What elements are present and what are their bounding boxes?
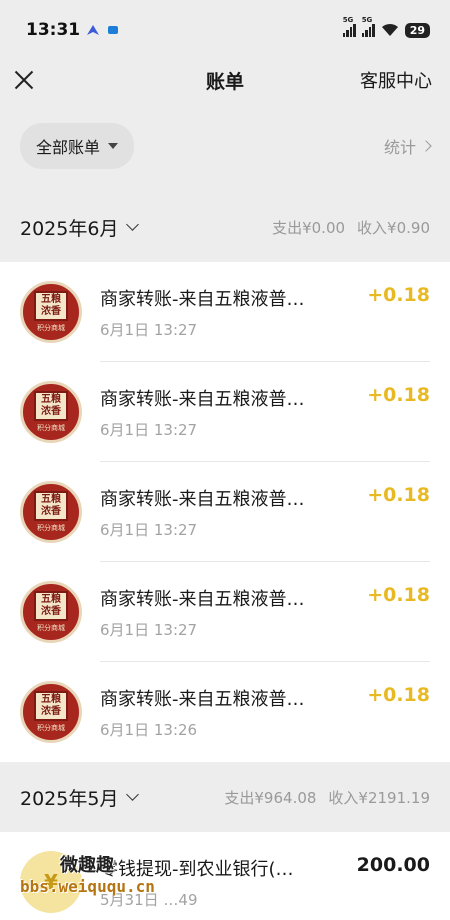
transaction-title: 零钱提现-到农业银行(… [100, 858, 294, 880]
month-income: 收入¥2191.19 [328, 788, 430, 807]
status-time: 13:31 [26, 20, 81, 40]
nav-bar: 账单 客服中心 [0, 60, 450, 100]
transaction-row[interactable]: 五粮 浓香 积分商城 商家转账-来自五粮液普… 6月1日 13:27 +0.18 [0, 262, 450, 362]
stats-label: 统计 [383, 138, 416, 157]
transaction-row[interactable]: 五粮 浓香 积分商城 商家转账-来自五粮液普… 6月1日 13:26 +0.18 [0, 662, 450, 762]
month-income: 收入¥0.90 [357, 218, 430, 237]
wallet-avatar: ¥ [20, 851, 82, 913]
month-summary: 支出¥0.00 收入¥0.90 [272, 217, 430, 238]
transaction-title: 商家转账-来自五粮液普… [100, 488, 305, 510]
merchant-seal: 五粮 浓香 [34, 691, 68, 721]
transaction-time: 6月1日 13:27 [100, 420, 198, 439]
transaction-time: 5月31日 …49 [100, 890, 198, 909]
merchant-avatar: 五粮 浓香 积分商城 [20, 681, 82, 743]
merchant-seal: 五粮 浓香 [34, 391, 68, 421]
month-selector[interactable]: 2025年5月 [20, 784, 140, 811]
month-header: 2025年5月 支出¥964.08 收入¥2191.19 [0, 762, 450, 832]
month-title: 2025年5月 [20, 787, 119, 810]
caret-down-icon [108, 143, 119, 149]
transaction-time: 6月1日 13:27 [100, 320, 198, 339]
battery-icon: 29 [404, 22, 430, 38]
transaction-time: 6月1日 13:27 [100, 520, 198, 539]
month-summary: 支出¥964.08 收入¥2191.19 [224, 787, 430, 808]
month-selector[interactable]: 2025年6月 [20, 214, 140, 241]
transaction-amount: +0.18 [367, 584, 430, 606]
transaction-amount: +0.18 [367, 484, 430, 506]
merchant-avatar: 五粮 浓香 积分商城 [20, 281, 82, 343]
merchant-seal: 五粮 浓香 [34, 491, 68, 521]
signal-icon: 5G [361, 16, 375, 37]
app-notification-icon [108, 26, 119, 34]
merchant-avatar: 五粮 浓香 积分商城 [20, 581, 82, 643]
chevron-right-icon [420, 140, 432, 152]
transaction-time: 6月1日 13:26 [100, 720, 198, 739]
transaction-time: 6月1日 13:27 [100, 620, 198, 639]
wifi-icon [381, 23, 398, 36]
transaction-list: ¥ 零钱提现-到农业银行(… 5月31日 …49 200.00 [0, 832, 450, 920]
transaction-title: 商家转账-来自五粮液普… [100, 288, 305, 310]
navigation-arrow-icon [87, 25, 100, 35]
merchant-avatar: 五粮 浓香 积分商城 [20, 481, 82, 543]
signal-icon: 5G [342, 16, 356, 37]
transaction-amount: +0.18 [367, 684, 430, 706]
chevron-down-icon [126, 788, 140, 801]
statistics-link[interactable]: 统计 [383, 134, 432, 158]
chevron-down-icon [126, 218, 140, 231]
merchant-avatar: 五粮 浓香 积分商城 [20, 381, 82, 443]
close-icon[interactable] [14, 70, 34, 90]
transaction-title: 商家转账-来自五粮液普… [100, 688, 305, 710]
merchant-seal: 五粮 浓香 [34, 591, 68, 621]
all-bills-filter[interactable]: 全部账单 [20, 123, 135, 169]
status-bar: 13:31 5G 5G 29 [0, 0, 450, 60]
transaction-row[interactable]: 五粮 浓香 积分商城 商家转账-来自五粮液普… 6月1日 13:27 +0.18 [0, 362, 450, 462]
transaction-row[interactable]: 五粮 浓香 积分商城 商家转账-来自五粮液普… 6月1日 13:27 +0.18 [0, 462, 450, 562]
filter-bar: 全部账单 统计 [0, 100, 450, 192]
month-title: 2025年6月 [20, 217, 119, 240]
transaction-row[interactable]: 五粮 浓香 积分商城 商家转账-来自五粮液普… 6月1日 13:27 +0.18 [0, 562, 450, 662]
month-expense: 支出¥964.08 [224, 788, 317, 807]
status-left: 13:31 [26, 20, 120, 40]
status-right: 5G 5G 29 [342, 16, 430, 38]
month-expense: 支出¥0.00 [272, 218, 346, 237]
transaction-row[interactable]: ¥ 零钱提现-到农业银行(… 5月31日 …49 200.00 [0, 832, 450, 920]
filter-label: 全部账单 [36, 138, 101, 157]
transaction-title: 商家转账-来自五粮液普… [100, 588, 305, 610]
transaction-amount: 200.00 [356, 854, 430, 876]
transaction-amount: +0.18 [367, 384, 430, 406]
transaction-title: 商家转账-来自五粮液普… [100, 388, 305, 410]
merchant-seal: 五粮 浓香 [34, 291, 68, 321]
transaction-amount: +0.18 [367, 284, 430, 306]
transaction-list: 五粮 浓香 积分商城 商家转账-来自五粮液普… 6月1日 13:27 +0.18 … [0, 262, 450, 762]
customer-service-link[interactable]: 客服中心 [360, 67, 432, 93]
month-header: 2025年6月 支出¥0.00 收入¥0.90 [0, 192, 450, 262]
